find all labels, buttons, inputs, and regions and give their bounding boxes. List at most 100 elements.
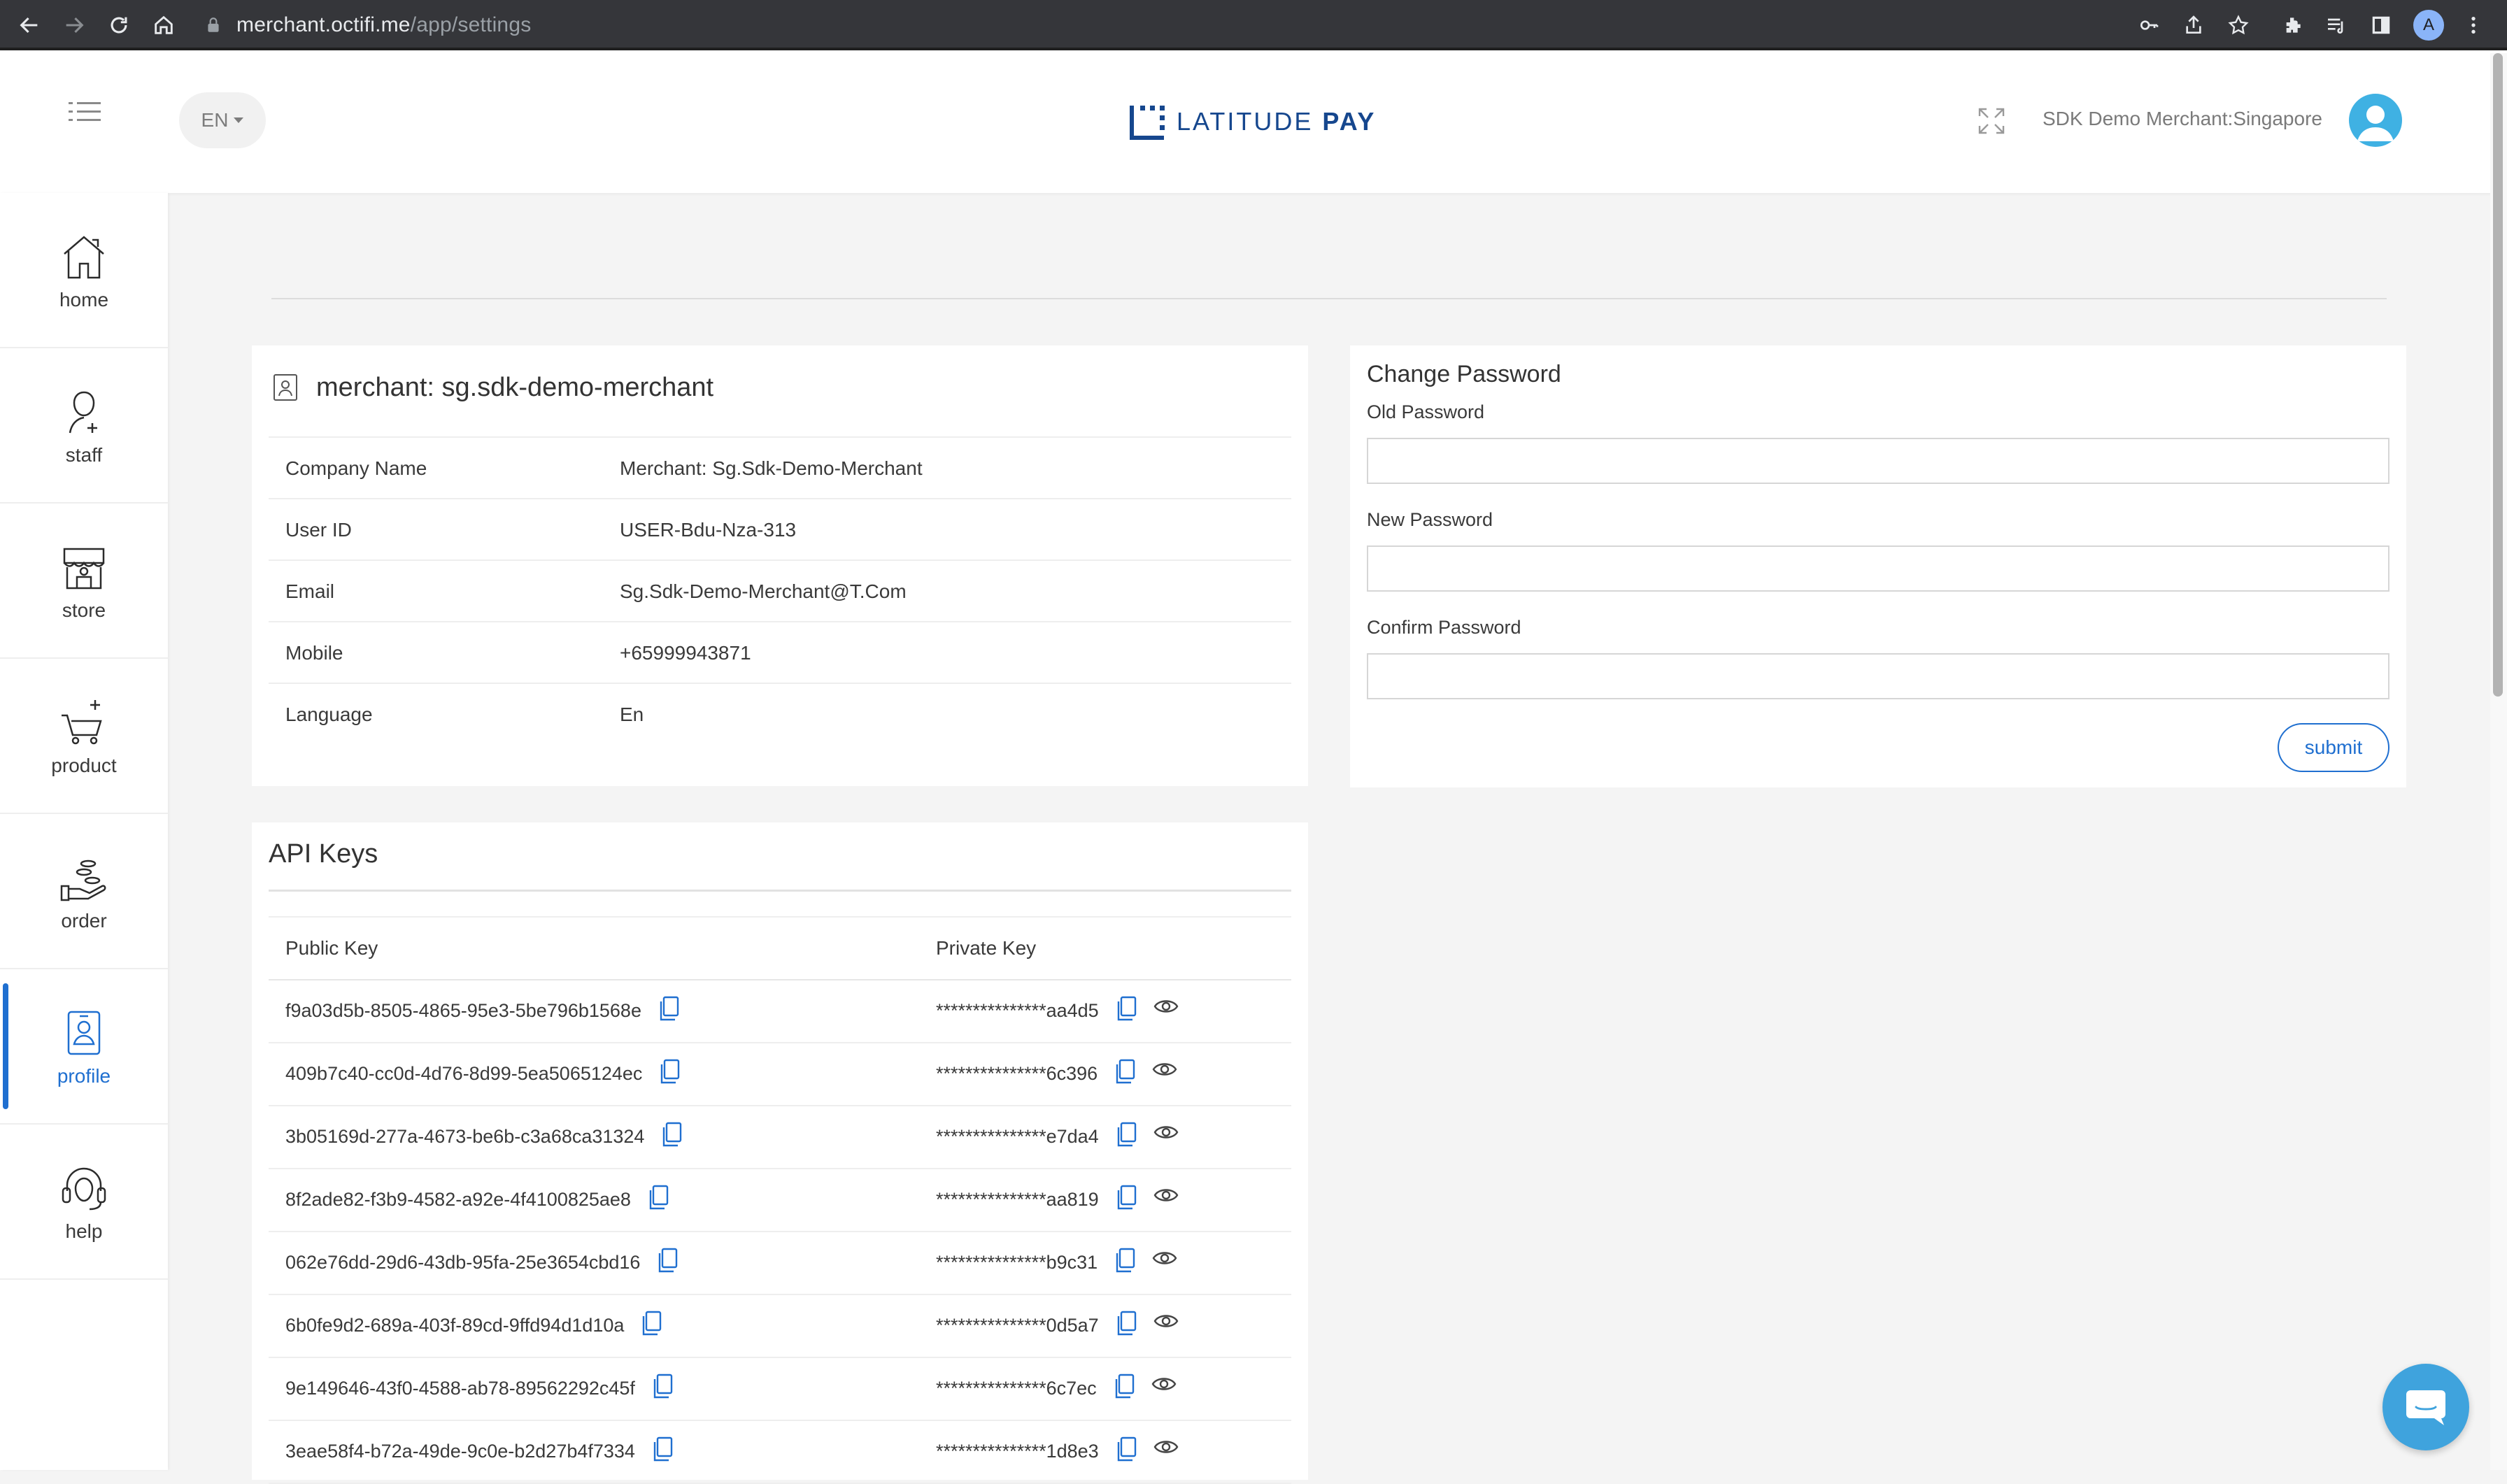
api-key-row: f9a03d5b-8505-4865-95e3-5be796b1568e ****… (269, 979, 1291, 1043)
api-key-row: 9e149646-43f0-4588-ab78-89562292c45f ****… (269, 1357, 1291, 1421)
info-value: +65999943871 (620, 642, 751, 664)
info-key: Company Name (285, 457, 427, 479)
sidebar-item-staff[interactable]: staff (0, 348, 168, 504)
logo-mark-icon (1130, 106, 1165, 140)
sidebar-item-profile[interactable]: profile (0, 969, 168, 1125)
back-icon[interactable] (14, 10, 45, 41)
reveal-key-eye-icon[interactable] (1152, 1248, 1177, 1269)
order-icon (60, 859, 106, 901)
app-header: EN LATITUDE PAY SDK Demo Merchant:Singap… (0, 50, 2507, 193)
old-password-input[interactable] (1367, 438, 2389, 484)
copy-public-key-icon[interactable] (661, 1122, 682, 1147)
copy-public-key-icon[interactable] (657, 1248, 678, 1273)
language-value: EN (201, 109, 229, 131)
reveal-key-eye-icon[interactable] (1152, 1059, 1177, 1080)
copy-private-key-icon[interactable] (1116, 1436, 1137, 1462)
forward-icon[interactable] (59, 10, 90, 41)
api-key-row: 3b05169d-277a-4673-be6b-c3a68ca31324 ****… (269, 1105, 1291, 1169)
kebab-menu-icon[interactable] (2459, 11, 2487, 39)
sidebar-item-help[interactable]: help (0, 1125, 168, 1280)
reveal-key-eye-icon[interactable] (1153, 1311, 1179, 1332)
public-key-value: 3eae58f4-b72a-49de-9c0e-b2d27b4f7334 (285, 1441, 635, 1462)
info-value: En (620, 704, 644, 725)
scrollbar-thumb[interactable] (2493, 53, 2503, 697)
private-key-value: ***************1d8e3 (936, 1441, 1099, 1462)
user-avatar[interactable] (2349, 94, 2402, 147)
copy-private-key-icon[interactable] (1114, 1248, 1135, 1273)
copy-public-key-icon[interactable] (659, 1059, 680, 1084)
copy-public-key-icon[interactable] (641, 1311, 662, 1336)
public-key-value: 062e76dd-29d6-43db-95fa-25e3654cbd16 (285, 1252, 641, 1273)
url-host: merchant.octifi.me (236, 13, 411, 36)
reveal-key-eye-icon[interactable] (1153, 1436, 1179, 1457)
copy-public-key-icon[interactable] (652, 1436, 673, 1462)
info-key: Email (285, 580, 335, 602)
headset-icon (62, 1167, 106, 1211)
home-browser-icon[interactable] (148, 10, 179, 41)
reveal-key-eye-icon[interactable] (1153, 1122, 1179, 1143)
logo-text-pay: PAY (1322, 107, 1377, 136)
reveal-key-eye-icon[interactable] (1151, 1374, 1177, 1394)
key-icon[interactable] (2135, 11, 2163, 39)
browser-profile-avatar[interactable]: A (2413, 10, 2444, 41)
old-password-label: Old Password (1367, 401, 1485, 422)
extensions-icon[interactable] (2279, 11, 2307, 39)
api-key-row: 062e76dd-29d6-43db-95fa-25e3654cbd16 ****… (269, 1231, 1291, 1295)
private-key-value: ***************b9c31 (936, 1252, 1098, 1273)
sidebar-item-label: store (62, 599, 106, 621)
lock-icon (208, 17, 219, 32)
copy-private-key-icon[interactable] (1116, 996, 1137, 1021)
sidebar-item-product[interactable]: product (0, 659, 168, 814)
chat-button[interactable] (2382, 1364, 2469, 1450)
fullscreen-icon[interactable] (1977, 106, 2006, 136)
reveal-key-eye-icon[interactable] (1153, 996, 1179, 1017)
merchant-title: merchant: sg.sdk-demo-merchant (316, 372, 714, 402)
staff-icon (69, 391, 97, 434)
share-icon[interactable] (2180, 11, 2208, 39)
star-icon[interactable] (2224, 11, 2252, 39)
language-dropdown[interactable]: EN (179, 92, 266, 148)
copy-private-key-icon[interactable] (1116, 1311, 1137, 1336)
store-icon (63, 548, 105, 590)
latitude-pay-logo: LATITUDE PAY (1129, 101, 1376, 143)
reload-icon[interactable] (104, 10, 134, 41)
public-key-value: 3b05169d-277a-4673-be6b-c3a68ca31324 (285, 1126, 645, 1147)
change-password-card: Change Password Old Password New Passwor… (1350, 345, 2406, 787)
copy-private-key-icon[interactable] (1114, 1059, 1135, 1084)
cart-icon (62, 700, 102, 745)
copy-public-key-icon[interactable] (658, 996, 679, 1021)
copy-private-key-icon[interactable] (1114, 1374, 1135, 1399)
profile-icon (67, 1011, 101, 1055)
private-key-value: ***************0d5a7 (936, 1315, 1099, 1336)
sidebar-item-store[interactable]: store (0, 504, 168, 659)
side-panel-icon[interactable] (2367, 11, 2395, 39)
copy-public-key-icon[interactable] (648, 1185, 669, 1210)
info-value: USER-Bdu-Nza-313 (620, 519, 797, 541)
copy-private-key-icon[interactable] (1116, 1122, 1137, 1147)
reveal-key-eye-icon[interactable] (1153, 1185, 1179, 1206)
url-text: merchant.octifi.me/app/settings (236, 13, 531, 37)
sidebar-item-home[interactable]: home (0, 193, 168, 348)
merchant-info-card: merchant: sg.sdk-demo-merchant Company N… (252, 345, 1308, 786)
logo-text-latitude: LATITUDE (1177, 107, 1314, 136)
copy-private-key-icon[interactable] (1116, 1185, 1137, 1210)
submit-button[interactable]: submit (2278, 723, 2389, 772)
api-key-row: 6b0fe9d2-689a-403f-89cd-9ffd94d1d10a ****… (269, 1294, 1291, 1358)
sidebar-item-label: product (51, 755, 117, 776)
info-key: User ID (285, 519, 352, 541)
public-key-value: f9a03d5b-8505-4865-95e3-5be796b1568e (285, 1000, 641, 1021)
api-key-row: 8f2ade82-f3b9-4582-a92e-4f4100825ae8 ****… (269, 1168, 1291, 1232)
reading-list-icon[interactable] (2322, 11, 2350, 39)
menu-toggle-icon[interactable] (67, 98, 102, 126)
private-key-value: ***************6c7ec (936, 1378, 1097, 1399)
new-password-input[interactable] (1367, 545, 2389, 592)
address-bar[interactable]: merchant.octifi.me/app/settings (204, 7, 531, 43)
sidebar-item-label: staff (65, 444, 103, 466)
copy-public-key-icon[interactable] (652, 1374, 673, 1399)
merchant-account-name[interactable]: SDK Demo Merchant:Singapore (2043, 108, 2322, 130)
info-value: Merchant: Sg.Sdk-Demo-Merchant (620, 457, 923, 479)
api-keys-card: API Keys Public Key Private Key f9a03d5b… (252, 822, 1308, 1484)
sidebar-item-order[interactable]: order (0, 814, 168, 969)
info-row-company: Company Name Merchant: Sg.Sdk-Demo-Merch… (269, 436, 1291, 499)
confirm-password-input[interactable] (1367, 653, 2389, 699)
